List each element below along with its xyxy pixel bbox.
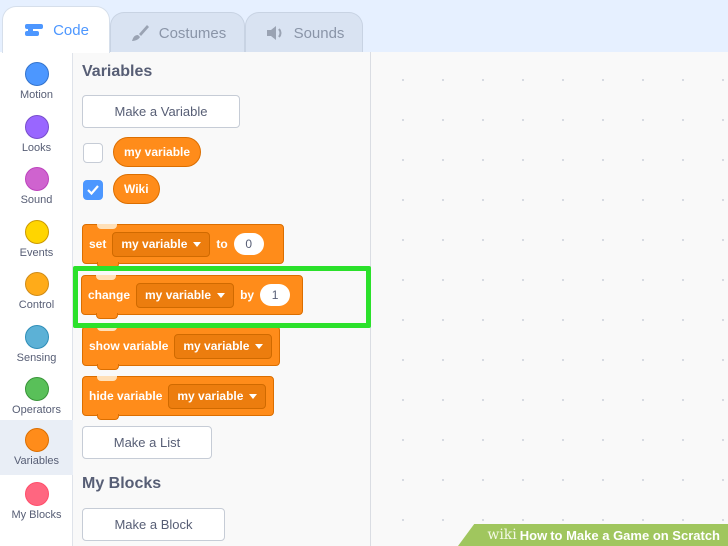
variable-dropdown[interactable]: my variable: [136, 282, 235, 308]
category-label: Sensing: [16, 352, 57, 364]
set-keyword: set: [89, 237, 107, 251]
dropdown-value: my variable: [177, 389, 244, 403]
change-keyword: change: [88, 288, 131, 302]
set-value-input[interactable]: 0: [233, 233, 264, 255]
caret-down-icon: [193, 241, 202, 247]
watermark-title: to Make a Game on Scratch: [550, 527, 720, 543]
caret-down-icon: [255, 343, 264, 349]
category-label: Operators: [12, 404, 61, 416]
caret-down-icon: [249, 393, 258, 399]
change-variable-block[interactable]: change my variable by 1: [81, 275, 303, 319]
category-label: Control: [18, 299, 55, 311]
my-variable-checkbox[interactable]: [83, 143, 103, 163]
motion-color-dot: [24, 62, 49, 86]
variables-section-title: Variables: [82, 63, 153, 80]
set-variable-block[interactable]: set my variable to 0: [82, 224, 284, 268]
code-icon: [23, 21, 45, 39]
block-palette: Variables Make a Variable my variable Wi…: [73, 52, 371, 546]
speaker-icon: [264, 24, 286, 42]
dropdown-value: my variable: [121, 237, 188, 251]
make-list-button[interactable]: Make a List: [82, 426, 212, 459]
category-looks[interactable]: Looks: [0, 109, 73, 161]
category-operators[interactable]: Operators: [0, 371, 73, 423]
wiki-variable-checkbox[interactable]: [83, 180, 103, 200]
make-variable-button[interactable]: Make a Variable: [82, 95, 240, 128]
by-keyword: by: [240, 288, 255, 302]
watermark-wiki: wiki: [487, 527, 517, 543]
category-control[interactable]: Control: [0, 266, 73, 318]
category-sensing[interactable]: Sensing: [0, 319, 73, 371]
variable-dropdown[interactable]: my variable: [174, 333, 273, 359]
category-my-blocks[interactable]: My Blocks: [0, 476, 73, 528]
category-label: Sound: [20, 194, 53, 206]
category-motion[interactable]: Motion: [0, 56, 73, 108]
category-variables[interactable]: Variables: [0, 420, 73, 475]
my-blocks-color-dot: [24, 482, 49, 506]
checkmark-icon: [87, 185, 99, 196]
hide-variable-keyword: hide variable: [89, 389, 163, 403]
show-variable-keyword: show variable: [89, 339, 169, 353]
tab-costumes[interactable]: Costumes: [110, 12, 245, 53]
category-label: Looks: [21, 142, 52, 154]
tab-code[interactable]: Code: [2, 6, 110, 53]
events-color-dot: [24, 220, 49, 244]
wiki-variable-reporter[interactable]: Wiki: [113, 174, 160, 204]
block-categories: Motion Looks Sound Events Control Sensin…: [0, 52, 73, 546]
dropdown-value: my variable: [145, 288, 212, 302]
my-blocks-section-title: My Blocks: [82, 475, 162, 492]
make-block-button[interactable]: Make a Block: [82, 508, 225, 541]
tab-code-label: Code: [53, 21, 89, 39]
category-events[interactable]: Events: [0, 214, 73, 266]
my-variable-reporter[interactable]: my variable: [113, 137, 202, 167]
editor-tab-bar: Code Costumes Sounds: [0, 0, 728, 53]
dropdown-value: my variable: [183, 339, 250, 353]
variable-dropdown[interactable]: my variable: [112, 231, 211, 257]
operators-color-dot: [24, 377, 49, 401]
category-label: Events: [19, 247, 54, 259]
control-color-dot: [24, 272, 49, 296]
wikihow-watermark: wiki How to Make a Game on Scratch: [458, 524, 728, 546]
tab-sounds[interactable]: Sounds: [245, 12, 363, 53]
hide-variable-block[interactable]: hide variable my variable: [82, 376, 274, 420]
sensing-color-dot: [24, 325, 49, 349]
to-keyword: to: [216, 237, 228, 251]
brush-icon: [129, 24, 151, 42]
category-label: Variables: [13, 455, 60, 467]
looks-color-dot: [24, 115, 49, 139]
category-label: Motion: [19, 89, 54, 101]
variable-dropdown[interactable]: my variable: [168, 383, 267, 409]
tab-costumes-label: Costumes: [158, 24, 227, 42]
category-sound[interactable]: Sound: [0, 161, 73, 213]
script-workspace[interactable]: [371, 52, 728, 546]
sound-color-dot: [24, 167, 49, 191]
category-label: My Blocks: [11, 509, 62, 521]
watermark-how: How: [519, 527, 548, 543]
show-variable-block[interactable]: show variable my variable: [82, 326, 280, 370]
variables-color-dot: [24, 428, 49, 452]
caret-down-icon: [217, 292, 226, 298]
change-value-input[interactable]: 1: [260, 284, 291, 306]
tab-sounds-label: Sounds: [293, 24, 345, 42]
